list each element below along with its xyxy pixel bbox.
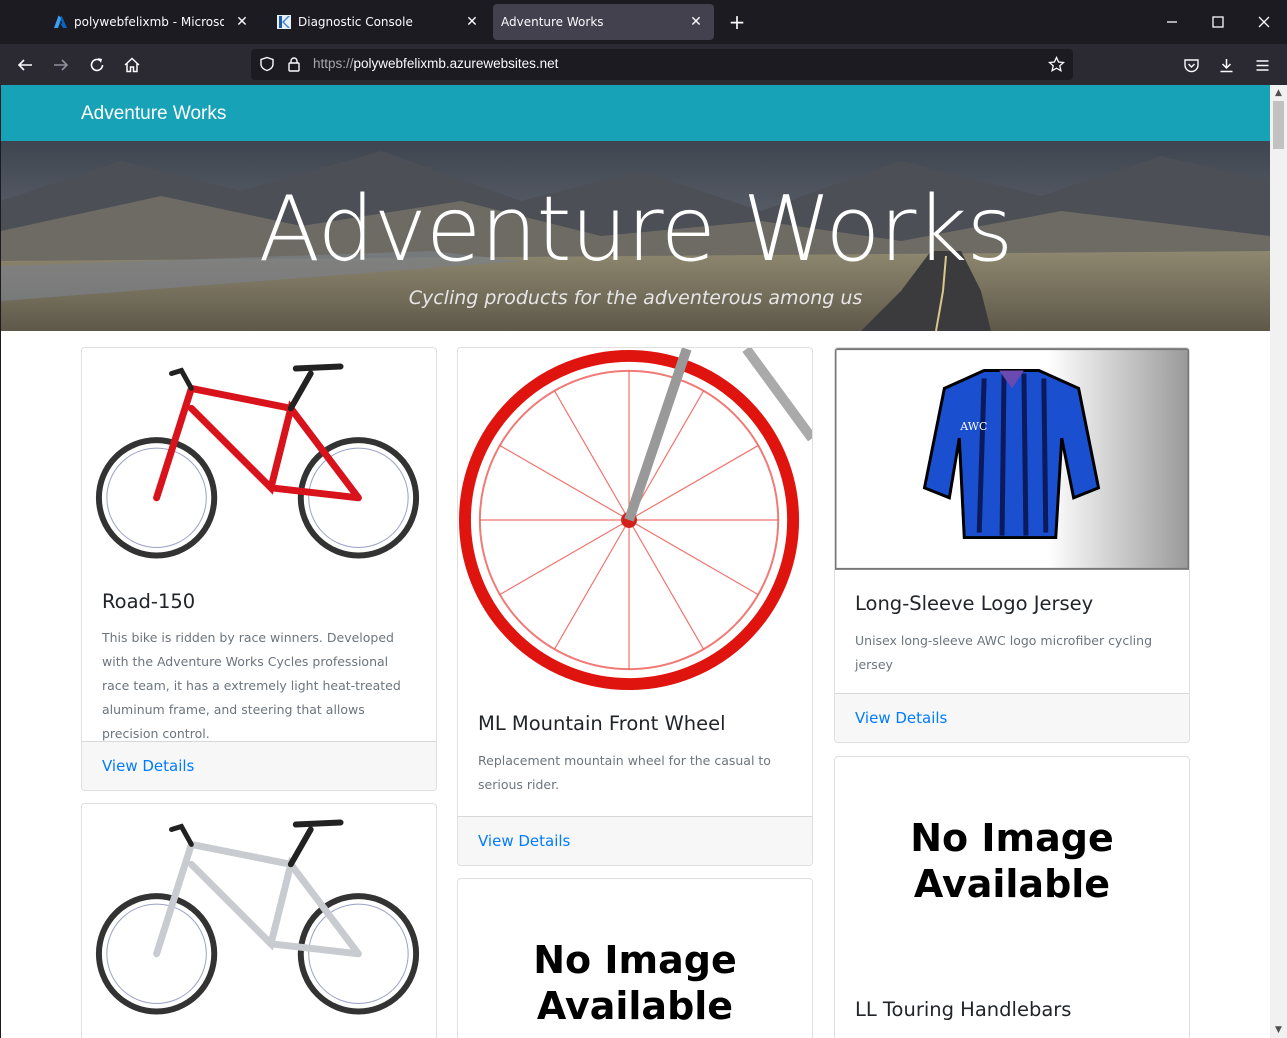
url-bar[interactable]: https://polywebfelixmb.azurewebsites.net [251,49,1073,80]
product-card: ML Mountain Front Wheel Replacement moun… [457,347,813,866]
product-card: AWC Long-Sleeve Logo Jersey Unisex long-… [834,347,1190,743]
close-icon[interactable]: ✕ [688,14,704,30]
product-title: Road-150 [102,590,196,613]
url-host: polywebfelixmb.azurewebsites.net [353,56,559,71]
menu-button[interactable] [1250,53,1274,77]
scroll-up-arrow-icon[interactable]: ▲ [1270,85,1287,101]
home-icon [124,57,140,73]
product-title: ML Mountain Front Wheel [478,712,726,735]
product-description: Unisex long-sleeve AWC logo microfiber c… [855,633,1153,672]
no-image-line: Available [913,862,1111,906]
close-icon[interactable]: ✕ [234,14,250,30]
maximize-icon[interactable] [1208,12,1228,32]
arrow-right-icon [54,59,69,71]
lock-icon[interactable] [286,56,302,72]
no-image-placeholder: No Image Available [835,815,1189,907]
site-brand-link[interactable]: Adventure Works [81,103,226,125]
product-description: Replacement mountain wheel for the casua… [478,753,771,792]
downloads-button[interactable] [1214,53,1238,77]
product-title: LL Touring Handlebars [855,998,1072,1021]
no-image-line: No Image [533,938,737,982]
product-card: Road-150 This bike is ridden by race win… [81,347,437,791]
new-tab-button[interactable]: + [725,11,749,35]
no-image-line: No Image [910,816,1114,860]
product-card: No Image Available [457,878,813,1038]
reload-icon [90,58,104,72]
tab-diagnostic-console[interactable]: Diagnostic Console ✕ [268,4,490,40]
forward-button[interactable] [49,53,73,77]
hero-title: Adventure Works [258,177,1014,282]
arrow-left-icon [17,59,32,71]
window-close-icon[interactable] [1254,12,1274,32]
product-image-silver-bike [95,819,420,1015]
product-image-red-bike [95,363,420,559]
no-image-placeholder: No Image Available [458,937,812,1029]
page-scrollbar[interactable]: ▲ ▼ [1270,85,1287,1038]
tab-title: Diagnostic Console [298,15,413,29]
download-icon [1220,58,1232,72]
close-icon[interactable]: ✕ [464,14,480,30]
product-card: No Image Available LL Touring Handlebars [834,756,1190,1038]
card-footer: View Details [82,741,436,790]
hamburger-menu-icon [1256,59,1268,71]
tab-title: polywebfelixmb - Microsoft Azure [74,15,224,29]
url-protocol: https:// [313,56,354,71]
minimize-icon[interactable] [1162,12,1182,32]
view-details-link[interactable]: View Details [855,709,947,727]
azure-icon [54,15,67,28]
product-title: Long-Sleeve Logo Jersey [855,592,1094,615]
star-icon[interactable] [1048,56,1065,73]
no-image-line: Available [536,984,734,1028]
back-button[interactable] [13,53,37,77]
product-image-red-wheel [458,348,812,691]
shield-icon[interactable] [259,56,275,72]
product-image-jersey: AWC [835,348,1189,570]
scroll-down-arrow-icon[interactable]: ▼ [1270,1022,1287,1038]
card-footer: View Details [458,816,812,865]
page-viewport: Adventure Works Adventure Works Cycling … [1,85,1270,1038]
home-button[interactable] [120,53,144,77]
hero-subtitle: Cycling products for the adventerous amo… [408,287,863,309]
view-details-link[interactable]: View Details [102,757,194,775]
reload-button[interactable] [85,53,109,77]
nav-toolbar: https://polywebfelixmb.azurewebsites.net [0,44,1287,85]
scroll-thumb[interactable] [1273,101,1284,149]
card-footer: View Details [835,693,1189,742]
product-card [81,803,437,1038]
tab-azure[interactable]: polywebfelixmb - Microsoft Azure ✕ [44,4,260,40]
kudu-icon [277,15,291,29]
hero-banner: Adventure Works Cycling products for the… [1,141,1270,331]
view-details-link[interactable]: View Details [478,832,570,850]
pocket-icon [1183,58,1199,72]
tab-adventure-works[interactable]: Adventure Works ✕ [493,4,714,40]
tab-title: Adventure Works [501,15,604,29]
product-description: This bike is ridden by race winners. Dev… [102,630,401,741]
pocket-button[interactable] [1179,53,1203,77]
site-navbar: Adventure Works [1,85,1270,141]
url-text[interactable]: https://polywebfelixmb.azurewebsites.net [313,56,558,71]
jersey-logo-text: AWC [959,420,987,433]
tab-strip: polywebfelixmb - Microsoft Azure ✕ Diagn… [0,0,1287,44]
